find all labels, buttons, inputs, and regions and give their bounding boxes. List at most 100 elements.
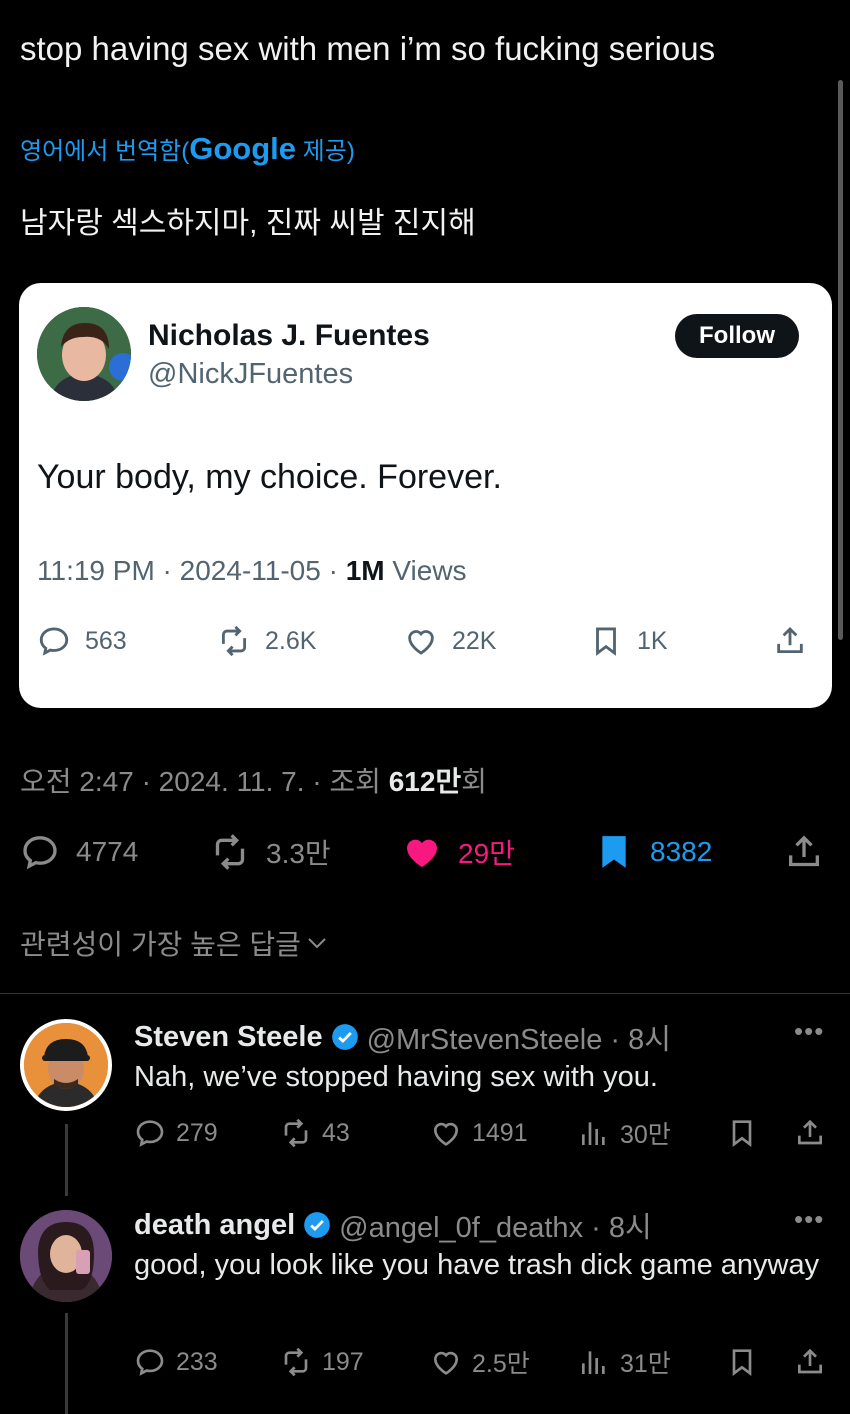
repost-icon bbox=[221, 625, 247, 657]
scrollbar[interactable] bbox=[838, 80, 843, 640]
reply-icon bbox=[136, 1120, 164, 1147]
verified-icon bbox=[304, 1212, 330, 1238]
reply-views-button[interactable]: 31만 bbox=[578, 1345, 671, 1379]
reply-icon bbox=[136, 1349, 164, 1376]
reply-bookmark-button[interactable] bbox=[726, 1116, 758, 1150]
views-icon bbox=[582, 1351, 605, 1374]
reply-text: Nah, we’ve stopped having sex with you. bbox=[134, 1061, 658, 1093]
like-count: 29만 bbox=[458, 838, 515, 869]
google-label: Google bbox=[189, 131, 297, 166]
repost-button[interactable]: 3.3만 bbox=[210, 832, 331, 872]
follow-button[interactable]: Follow bbox=[675, 314, 799, 358]
thread-line bbox=[65, 1313, 68, 1414]
bookmark-count: 8382 bbox=[650, 836, 713, 867]
reply-author[interactable]: Steven Steele @MrStevenSteele · 8시 bbox=[134, 1016, 671, 1058]
more-icon[interactable]: ••• bbox=[794, 1204, 824, 1235]
divider bbox=[0, 993, 850, 994]
reply-like-count: 2.5만 bbox=[472, 1350, 530, 1378]
quoted-views-count: 1M bbox=[345, 555, 385, 586]
reply-author-handle[interactable]: @angel_0f_deathx · 8시 bbox=[339, 1204, 652, 1246]
reply-button[interactable]: 4774 bbox=[20, 832, 138, 872]
quoted-tweet-text: Your body, my choice. Forever. bbox=[37, 458, 502, 496]
share-icon bbox=[798, 1348, 822, 1374]
translate-prefix: 영어에서 번역함( bbox=[20, 138, 190, 165]
post-time: 오전 2:47 · 2024. 11. 7. · 조회 bbox=[20, 766, 389, 797]
thread-line bbox=[65, 1124, 68, 1196]
like-icon bbox=[434, 1122, 458, 1146]
like-icon bbox=[434, 1351, 458, 1375]
repost-icon bbox=[215, 834, 245, 870]
views-suffix: 회 bbox=[461, 766, 487, 797]
quoted-author-handle[interactable]: @NickJFuentes bbox=[148, 358, 353, 391]
quoted-bookmark-button[interactable]: 1K bbox=[589, 623, 668, 659]
quoted-author-name[interactable]: Nicholas J. Fuentes bbox=[148, 319, 430, 353]
reply-repost-count: 43 bbox=[322, 1118, 350, 1147]
bookmark-button[interactable]: 8382 bbox=[594, 832, 712, 872]
reply-views-count: 30만 bbox=[620, 1121, 671, 1149]
like-icon bbox=[408, 630, 434, 655]
bookmark-icon bbox=[732, 1349, 752, 1376]
bookmark-icon bbox=[602, 836, 626, 868]
quoted-repost-count: 2.6K bbox=[265, 626, 317, 655]
reply-repost-count: 197 bbox=[322, 1347, 364, 1376]
quoted-like-count: 22K bbox=[452, 626, 497, 655]
avatar[interactable] bbox=[37, 307, 131, 401]
reply-author-name[interactable]: Steven Steele bbox=[134, 1021, 323, 1054]
reply-text: good, you look like you have trash dick … bbox=[134, 1249, 820, 1281]
reply-share-button[interactable] bbox=[794, 1116, 826, 1150]
quoted-views-label: Views bbox=[384, 555, 467, 586]
more-icon[interactable]: ••• bbox=[794, 1016, 824, 1047]
reply-repost-button[interactable]: 43 bbox=[280, 1116, 350, 1150]
reply-author-handle[interactable]: @MrStevenSteele · 8시 bbox=[367, 1016, 671, 1058]
share-icon bbox=[777, 626, 803, 654]
tweet-text: stop having sex with men i’m so fucking … bbox=[20, 30, 716, 67]
quoted-tweet-card[interactable]: Nicholas J. Fuentes @NickJFuentes Follow… bbox=[19, 283, 832, 708]
reply-sort-label: 관련성이 가장 높은 답글 bbox=[20, 929, 301, 960]
reply-reply-count: 279 bbox=[176, 1118, 218, 1147]
views-count: 612 bbox=[388, 766, 436, 797]
reply-author[interactable]: death angel @angel_0f_deathx · 8시 bbox=[134, 1204, 652, 1246]
translated-text: 남자랑 섹스하지마, 진짜 씨발 진지해 bbox=[20, 207, 476, 240]
chevron-down-icon bbox=[308, 938, 326, 949]
reply-count: 4774 bbox=[76, 836, 139, 867]
reply-share-button[interactable] bbox=[794, 1345, 826, 1379]
repost-icon bbox=[284, 1118, 308, 1148]
reply-repost-button[interactable]: 197 bbox=[280, 1345, 364, 1379]
reply-reply-count: 233 bbox=[176, 1347, 218, 1376]
quoted-time: 11:19 PM · 2024-11-05 · bbox=[37, 555, 346, 586]
bookmark-icon bbox=[596, 627, 616, 656]
reply-icon bbox=[39, 627, 69, 656]
reply-views-count: 31만 bbox=[620, 1350, 671, 1378]
share-icon bbox=[798, 1119, 822, 1145]
reply-like-count: 1491 bbox=[472, 1118, 528, 1147]
avatar[interactable] bbox=[20, 1210, 112, 1302]
views-icon bbox=[582, 1122, 605, 1145]
reply-like-button[interactable]: 2.5만 bbox=[430, 1345, 530, 1379]
views-unit: 만 bbox=[435, 766, 462, 797]
repost-count: 3.3만 bbox=[266, 838, 331, 869]
post-meta: 오전 2:47 · 2024. 11. 7. · 조회 612만회 bbox=[20, 760, 487, 800]
reply-author-name[interactable]: death angel bbox=[134, 1209, 295, 1242]
reply-bookmark-button[interactable] bbox=[726, 1345, 758, 1379]
quoted-like-button[interactable]: 22K bbox=[404, 623, 496, 659]
reply-views-button[interactable]: 30만 bbox=[578, 1116, 671, 1150]
bookmark-icon bbox=[732, 1120, 752, 1147]
quoted-bookmark-count: 1K bbox=[637, 626, 668, 655]
like-button[interactable]: 29만 bbox=[402, 832, 515, 872]
share-button[interactable] bbox=[784, 832, 824, 872]
reply-like-button[interactable]: 1491 bbox=[430, 1116, 528, 1150]
translation-label[interactable]: 영어에서 번역함(Google 제공) bbox=[20, 131, 355, 167]
repost-icon bbox=[284, 1347, 308, 1377]
quoted-reply-count: 563 bbox=[85, 626, 127, 655]
verified-icon bbox=[331, 1024, 358, 1050]
avatar[interactable] bbox=[20, 1019, 112, 1111]
translate-suffix: 제공) bbox=[296, 138, 355, 165]
like-icon bbox=[407, 839, 437, 867]
reply-sort-dropdown[interactable]: 관련성이 가장 높은 답글 bbox=[20, 923, 329, 963]
reply-reply-button[interactable]: 279 bbox=[134, 1116, 218, 1150]
reply-reply-button[interactable]: 233 bbox=[134, 1345, 218, 1379]
quoted-share-button[interactable] bbox=[773, 623, 807, 659]
share-icon bbox=[789, 835, 819, 867]
quoted-repost-button[interactable]: 2.6K bbox=[217, 623, 316, 659]
quoted-reply-button[interactable]: 563 bbox=[37, 623, 127, 659]
